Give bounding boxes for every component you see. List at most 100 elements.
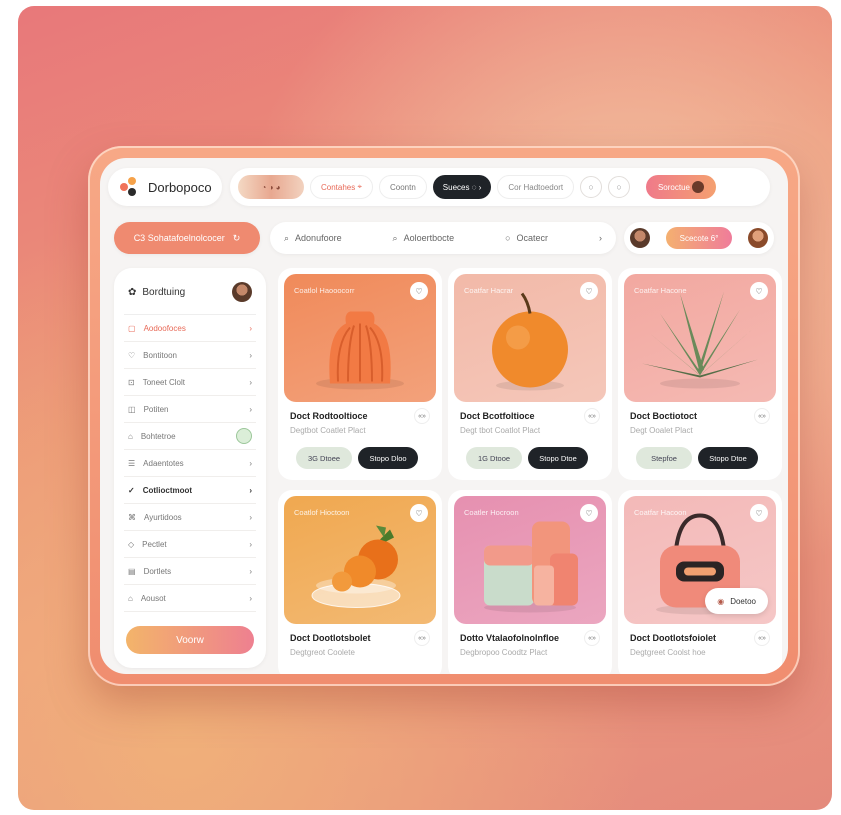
chevron-right-icon: › bbox=[249, 593, 252, 603]
sidebar-item-label: Potiten bbox=[143, 404, 169, 414]
sidebar-item[interactable]: ⌘ Ayurtidoos › bbox=[124, 504, 256, 531]
product-subtitle: Degtbot Coatlet Plact bbox=[290, 426, 366, 435]
product-object-bowl bbox=[300, 505, 420, 620]
avatar[interactable] bbox=[232, 282, 252, 302]
favorite-icon[interactable]: ♡ bbox=[410, 504, 428, 522]
secondary-button[interactable]: 1G Dtooe bbox=[466, 447, 522, 469]
nav-item-1[interactable]: Contahes ⌖ bbox=[310, 175, 373, 199]
sidebar: ✿ Bordtuing ▢ Aodoofoces › ♡ Bontitoon › ⊡ Tonee… bbox=[114, 268, 266, 668]
product-tag: Coatfar Hacrar bbox=[464, 286, 514, 295]
product-title-row: Doct Boctiotoct «» bbox=[630, 408, 770, 424]
quote-icon[interactable]: «» bbox=[584, 408, 600, 424]
sidebar-item[interactable]: ☰ Adaentotes › bbox=[124, 450, 256, 477]
sidebar-item[interactable]: ▢ Aodoofoces › bbox=[124, 315, 256, 342]
chevron-right-icon: › bbox=[249, 323, 252, 333]
chevron-right-icon: › bbox=[249, 350, 252, 360]
sidebar-item-content: ✓ Cotlioctmoot bbox=[128, 486, 192, 495]
product-tag: Coatler Hocroon bbox=[464, 508, 519, 517]
favorite-icon[interactable]: ♡ bbox=[580, 282, 598, 300]
sidebar-item-content: ⊡ Toneet Clolt bbox=[128, 378, 185, 387]
secondary-button[interactable]: 3G Dtoee bbox=[296, 447, 352, 469]
nav-item-2[interactable]: Coontn bbox=[379, 175, 427, 199]
chevron-right-icon: › bbox=[249, 377, 252, 387]
chevron-right-icon: › bbox=[249, 458, 252, 468]
search-field-3[interactable]: ○ Ocatecr bbox=[505, 233, 548, 243]
quote-icon[interactable]: «» bbox=[414, 630, 430, 646]
sidebar-item-content: ☰ Adaentotes bbox=[128, 459, 184, 468]
user-actions: Scecote 6° bbox=[624, 222, 774, 254]
sidebar-item[interactable]: ♡ Bontitoon › bbox=[124, 342, 256, 369]
favorite-icon[interactable]: ♡ bbox=[410, 282, 428, 300]
card-actions: 1G Dtooe Stopo Dtoe bbox=[466, 447, 600, 469]
favorite-icon[interactable]: ♡ bbox=[750, 282, 768, 300]
product-tag: Coatlol Haooocorr bbox=[294, 286, 355, 295]
refresh-icon: ↻ bbox=[232, 232, 241, 243]
settings-icon[interactable]: ○ bbox=[608, 176, 631, 198]
avatar-icon bbox=[692, 181, 705, 193]
sidebar-item[interactable]: ⌂ Bohtetroe bbox=[124, 423, 256, 450]
brand-logo[interactable]: Dorbopoco bbox=[108, 168, 222, 206]
sidebar-item-content: ⌂ Aousot bbox=[128, 594, 166, 603]
search-bar[interactable]: ⌕ Adonufoore ⌕ Aoloertbocte ○ Ocatecr › bbox=[270, 222, 616, 254]
product-subtitle: Degtgreot Coolete bbox=[290, 648, 355, 657]
sidebar-item-label: Pectlet bbox=[142, 539, 167, 549]
bag-icon: ◉ bbox=[717, 596, 725, 606]
favorite-icon[interactable]: ♡ bbox=[750, 504, 768, 522]
product-image: Coatler Hocroon ♡ bbox=[454, 496, 606, 624]
sidebar-list: ▢ Aodoofoces › ♡ Bontitoon › ⊡ Toneet Clolt › ◫ Po… bbox=[124, 315, 256, 612]
sidebar-item-label: Bontitoon bbox=[143, 350, 177, 360]
chevron-right-icon[interactable]: › bbox=[599, 233, 602, 243]
create-button[interactable]: C3 Sohatafoelnolcocer ↻ bbox=[114, 222, 260, 254]
sidebar-item-label: Aousot bbox=[140, 593, 166, 603]
top-cta-button[interactable]: Soroctue bbox=[646, 175, 717, 199]
avatar[interactable] bbox=[748, 228, 768, 248]
primary-button[interactable]: Stopo Dtoe bbox=[698, 447, 758, 469]
menu-icon: ▤ bbox=[128, 566, 136, 576]
search-field-2[interactable]: ⌕ Aoloertbocte bbox=[393, 233, 455, 244]
product-image: Coatlof Hioctoon ♡ bbox=[284, 496, 436, 624]
toggle-icon[interactable] bbox=[236, 428, 252, 444]
secondary-button[interactable]: Stepfoe bbox=[636, 447, 692, 469]
details-chip[interactable]: ◉ Doetoo bbox=[705, 588, 768, 614]
nav-item-4[interactable]: Cor Hadtoedort bbox=[497, 175, 575, 199]
product-card[interactable]: Coatler Hocroon ♡ Dotto Vtalaofolnolnfloe «… bbox=[448, 490, 612, 674]
view-button[interactable]: Voorw bbox=[126, 626, 254, 654]
product-card[interactable]: Coatlof Hioctoon ♡ Doct Dootlotsbolet «» Deg… bbox=[278, 490, 442, 674]
product-card[interactable]: Coatfar Hacrar ♡ Doct Bcotfoltioce «» Degt t… bbox=[448, 268, 612, 480]
search-field-1[interactable]: ⌕ Adonufoore bbox=[284, 233, 342, 244]
product-thumbnail-strip[interactable]: ◔ ◑ ◕ bbox=[238, 175, 304, 199]
brand-name: Dorbopoco bbox=[148, 179, 212, 195]
product-card[interactable]: Coatfar Hacone ♡ Doct Boctiotoct «» Degt Ooa… bbox=[618, 268, 782, 480]
product-card[interactable]: Coatfar Hacoon ♡ ◉ Doetoo Doct Dootlotsfoiol… bbox=[618, 490, 782, 674]
sidebar-item-content: ◫ Potiten bbox=[128, 405, 168, 414]
device-frame: Dorbopoco ◔ ◑ ◕ Contahes ⌖ Coontn Sueces… bbox=[88, 146, 800, 686]
sidebar-item[interactable]: ✓ Cotlioctmoot › bbox=[124, 477, 256, 504]
product-title: Doct Dootlotsbolet bbox=[290, 633, 371, 643]
sidebar-item[interactable]: ◫ Potiten › bbox=[124, 396, 256, 423]
chevron-right-icon: › bbox=[249, 539, 252, 549]
product-subtitle: Degt Ooalet Plact bbox=[630, 426, 693, 435]
primary-button[interactable]: Stopo Dloo bbox=[358, 447, 418, 469]
sidebar-item-content: ⌂ Bohtetroe bbox=[128, 432, 176, 441]
sort-icon: ⌖ bbox=[357, 182, 362, 191]
nav-item-active[interactable]: Sueces ◌ › bbox=[432, 175, 492, 199]
favorite-icon[interactable]: ♡ bbox=[580, 504, 598, 522]
quote-icon[interactable]: «» bbox=[414, 408, 430, 424]
user-action-button[interactable]: Scecote 6° bbox=[665, 227, 733, 249]
sidebar-item[interactable]: ⌂ Aousot › bbox=[124, 585, 256, 612]
category-icon: ✿ bbox=[128, 286, 137, 298]
quote-icon[interactable]: «» bbox=[754, 630, 770, 646]
sidebar-item-label: Bohtetroe bbox=[140, 431, 176, 441]
quote-icon[interactable]: «» bbox=[584, 630, 600, 646]
product-title-row: Dotto Vtalaofolnolnfloe «» bbox=[460, 630, 600, 646]
chevron-right-icon: › bbox=[478, 182, 482, 192]
avatar[interactable] bbox=[630, 228, 650, 248]
quote-icon[interactable]: «» bbox=[754, 408, 770, 424]
notification-icon[interactable]: ○ bbox=[580, 176, 603, 198]
primary-button[interactable]: Stopo Dtoe bbox=[528, 447, 588, 469]
product-card[interactable]: Coatlol Haooocorr ♡ Doct Rodtooltioce «» Deg… bbox=[278, 268, 442, 480]
sidebar-item[interactable]: ◇ Pectlet › bbox=[124, 531, 256, 558]
sidebar-item[interactable]: ▤ Dortlets › bbox=[124, 558, 256, 585]
product-title: Dotto Vtalaofolnolnfloe bbox=[460, 633, 559, 643]
sidebar-item[interactable]: ⊡ Toneet Clolt › bbox=[124, 369, 256, 396]
